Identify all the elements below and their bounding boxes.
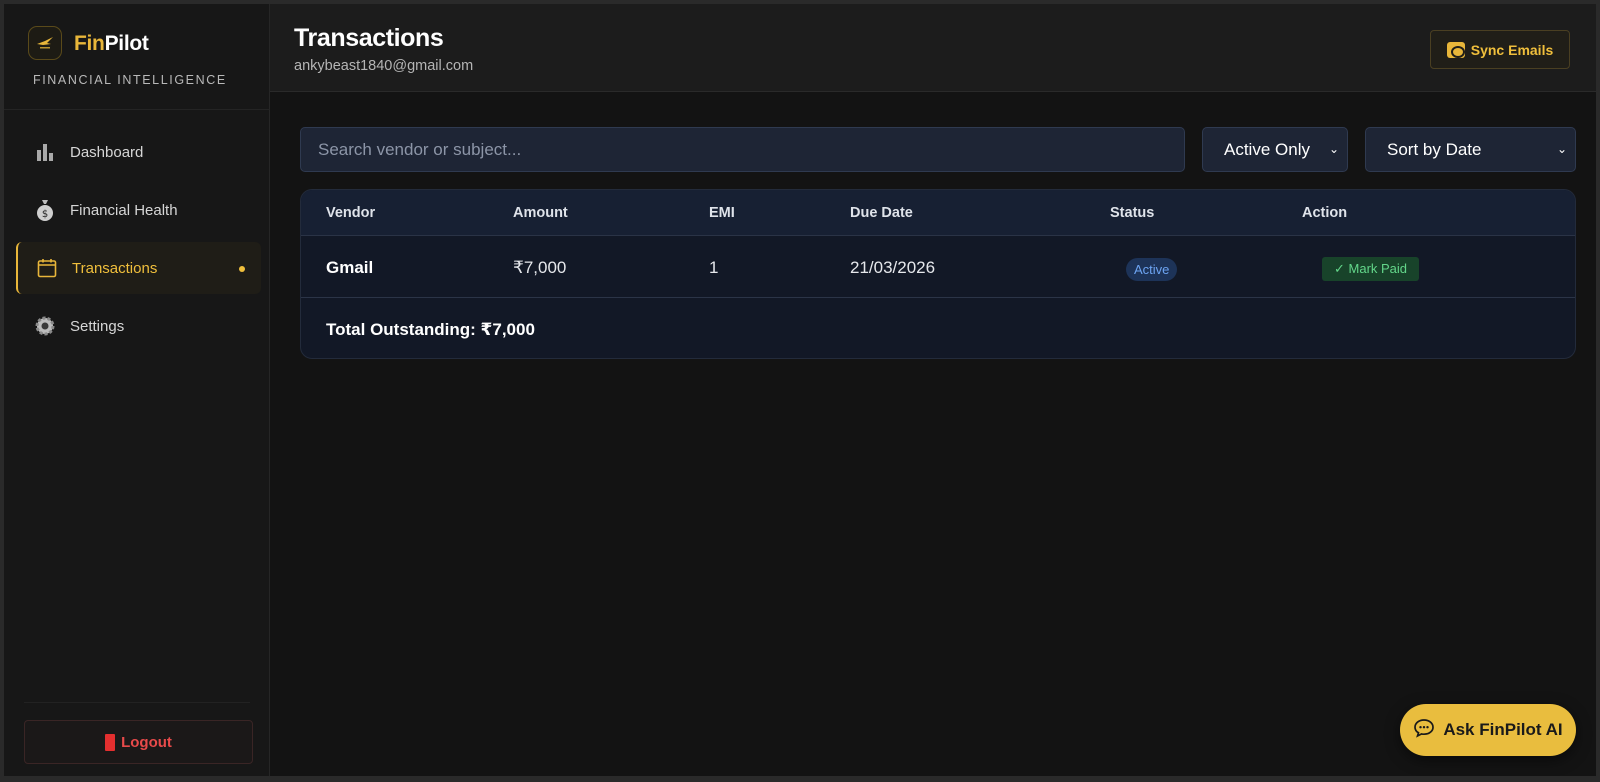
svg-text:$: $ xyxy=(42,209,48,220)
sidebar-item-label: Transactions xyxy=(72,259,158,277)
sync-emails-button[interactable]: Sync Emails xyxy=(1430,30,1570,69)
sidebar-item-financial-health[interactable]: $ Financial Health xyxy=(16,184,261,236)
logout-label: Logout xyxy=(121,733,172,751)
sidebar-item-transactions[interactable]: Transactions xyxy=(16,242,261,294)
page-title: Transactions xyxy=(294,24,444,52)
chat-bubble-icon xyxy=(1413,718,1435,743)
column-header-emi[interactable]: EMI xyxy=(709,205,735,221)
cell-due-date: 21/03/2026 xyxy=(850,258,936,277)
logout-divider xyxy=(24,702,250,703)
bar-chart-icon xyxy=(34,141,56,163)
column-header-amount[interactable]: Amount xyxy=(513,205,568,221)
sort-value: Sort by Date xyxy=(1387,139,1482,159)
door-icon xyxy=(105,733,116,751)
ask-ai-label: Ask FinPilot AI xyxy=(1443,720,1563,739)
app-window: FinPilot FINANCIAL INTELLIGENCE Dashboar… xyxy=(0,0,1600,782)
page-header: Transactions ankybeast1840@gmail.com Syn… xyxy=(270,4,1596,92)
gear-icon xyxy=(34,315,56,337)
sidebar-item-settings[interactable]: Settings xyxy=(16,300,261,352)
chevron-down-icon: ⌄ xyxy=(1328,142,1339,156)
column-header-action[interactable]: Action xyxy=(1302,205,1347,221)
brand-name-fin: Fin xyxy=(74,32,105,55)
user-email: ankybeast1840@gmail.com xyxy=(294,58,474,74)
sidebar-item-dashboard[interactable]: Dashboard xyxy=(16,126,261,178)
table-row[interactable]: Gmail ₹7,000 1 21/03/2026 Active ✓ Mark … xyxy=(301,237,1575,298)
calendar-icon xyxy=(36,257,58,279)
search-input[interactable] xyxy=(300,127,1185,172)
ask-ai-button[interactable]: Ask FinPilot AI xyxy=(1400,704,1576,756)
cell-amount: ₹7,000 xyxy=(513,258,567,277)
cell-emi: 1 xyxy=(709,258,719,277)
logout-button[interactable]: Logout xyxy=(24,720,253,764)
sync-emails-label: Sync Emails xyxy=(1470,41,1554,58)
chevron-down-icon: ⌄ xyxy=(1556,142,1567,156)
column-header-vendor[interactable]: Vendor xyxy=(326,205,375,221)
sidebar: FinPilot FINANCIAL INTELLIGENCE Dashboar… xyxy=(4,4,270,776)
mark-paid-button[interactable]: ✓ Mark Paid xyxy=(1322,257,1420,281)
column-header-status[interactable]: Status xyxy=(1110,205,1154,221)
sidebar-item-label: Dashboard xyxy=(70,143,144,161)
active-indicator-dot xyxy=(239,266,245,272)
brand-name-pilot: Pilot xyxy=(104,32,149,55)
sidebar-item-label: Settings xyxy=(70,317,125,335)
transactions-table: Vendor Amount EMI Due Date Status Action… xyxy=(300,189,1576,359)
sync-mail-icon xyxy=(1446,41,1465,58)
brand-subtitle: FINANCIAL INTELLIGENCE xyxy=(33,73,227,87)
money-bag-icon: $ xyxy=(34,199,56,221)
sidebar-item-label: Financial Health xyxy=(70,201,178,219)
status-filter-value: Active Only xyxy=(1224,139,1310,159)
table-header: Vendor Amount EMI Due Date Status Action xyxy=(301,190,1575,236)
sidebar-nav: Dashboard $ Financial Health Transaction… xyxy=(16,126,261,358)
brand-name: FinPilot xyxy=(74,32,149,56)
total-outstanding: Total Outstanding: ₹7,000 xyxy=(326,320,535,339)
sidebar-divider xyxy=(4,109,270,110)
column-header-due-date[interactable]: Due Date xyxy=(850,205,913,221)
cell-vendor: Gmail xyxy=(326,258,374,277)
status-filter-select[interactable]: Active Only ⌄ xyxy=(1202,127,1348,172)
status-badge: Active xyxy=(1126,258,1178,281)
finpilot-logo-icon xyxy=(28,26,62,60)
sort-select[interactable]: Sort by Date ⌄ xyxy=(1365,127,1576,172)
